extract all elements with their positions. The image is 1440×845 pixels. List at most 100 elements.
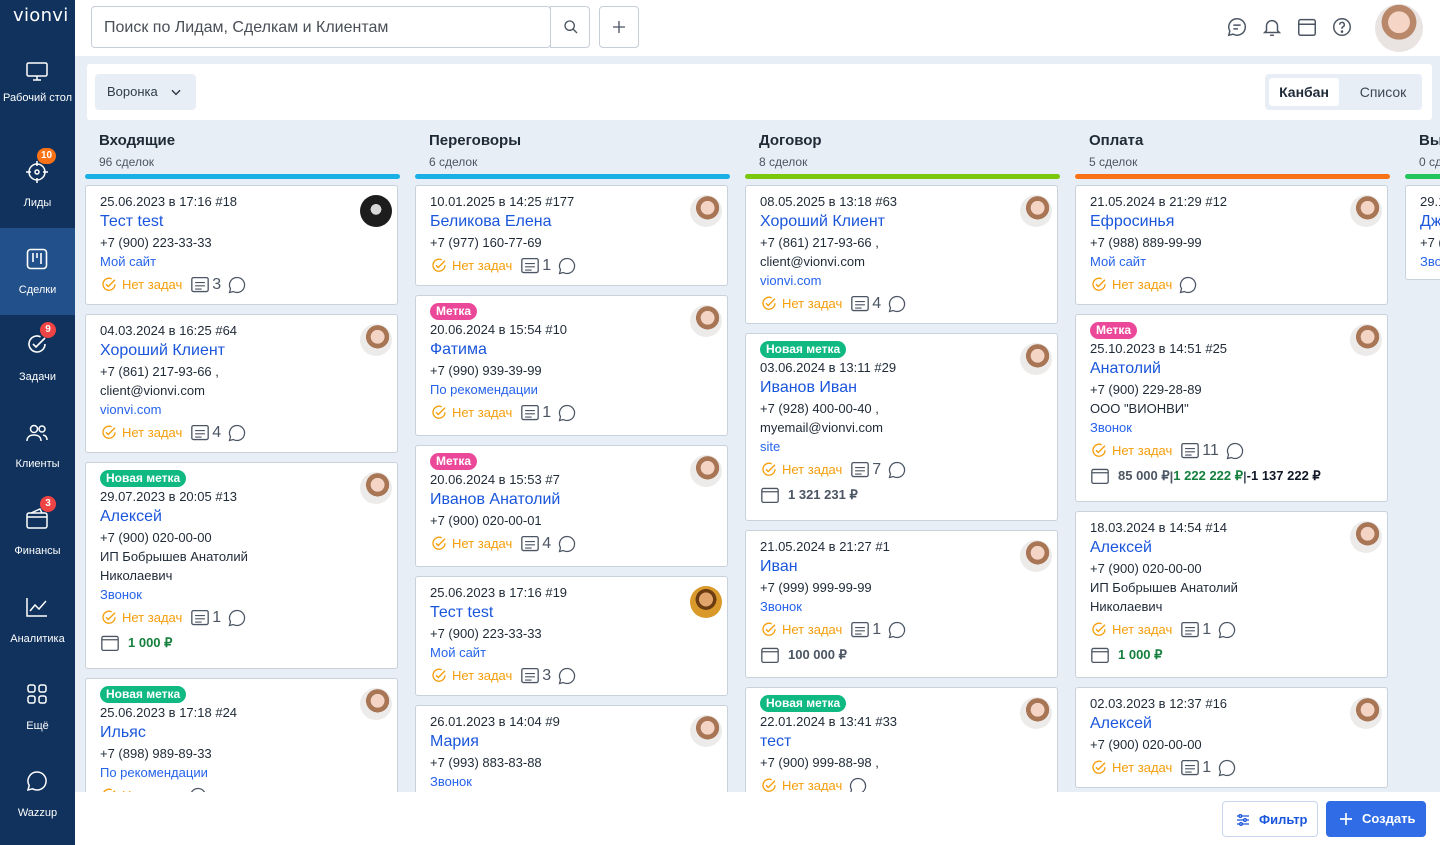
deal-card[interactable]: 18.03.2024 в 14:54 #14 Алексей +7 (900) 02… (1075, 511, 1388, 678)
sidebar-item-finance[interactable]: 3 Финансы (0, 492, 75, 579)
deal-card[interactable]: 29.1 Дж +7 (Зво (1405, 185, 1440, 280)
comment-icon[interactable] (1225, 441, 1245, 461)
deal-card[interactable]: 10.01.2025 в 14:25 #177 Беликова Елена +7 … (415, 185, 728, 286)
filter-button[interactable]: Фильтр (1222, 801, 1318, 837)
comment-icon[interactable] (887, 294, 907, 314)
sidebar-item-more[interactable]: Ещё (0, 667, 75, 754)
deal-name[interactable]: Тест test (100, 211, 383, 233)
deal-source-link[interactable]: Звонок (100, 585, 383, 604)
help-icon[interactable] (1331, 16, 1353, 38)
deal-source-link[interactable]: По рекомендации (430, 380, 713, 399)
no-tasks-label[interactable]: Нет задач (1112, 277, 1172, 292)
contact-avatar[interactable] (1020, 343, 1052, 375)
deal-name[interactable]: Мария (430, 731, 713, 753)
deal-card[interactable]: 04.03.2024 в 16:25 #64 Хороший Клиент +7 (… (85, 314, 398, 453)
contact-avatar[interactable] (1350, 697, 1382, 729)
comment-icon[interactable] (1178, 275, 1198, 295)
deal-source-link[interactable]: vionvi.com (760, 271, 1043, 290)
deal-source-link[interactable]: Звонок (1090, 418, 1373, 437)
deal-card[interactable]: 21.05.2024 в 21:27 #1 Иван +7 (999) 999-99… (745, 530, 1058, 678)
no-tasks-label[interactable]: Нет задач (452, 258, 512, 273)
deal-source-link[interactable]: Звонок (760, 597, 1043, 616)
deal-card[interactable]: 25.06.2023 в 17:16 #19 Тест test +7 (900) … (415, 576, 728, 696)
deal-source-link[interactable]: Зво (1420, 252, 1440, 271)
search-button[interactable] (550, 6, 590, 48)
app-logo[interactable]: vionvi (13, 5, 69, 26)
contact-avatar[interactable] (1350, 324, 1382, 356)
deal-card[interactable]: 26.01.2023 в 14:04 #9 Мария +7 (993) 883-8… (415, 705, 728, 792)
contact-avatar[interactable] (1020, 540, 1052, 572)
create-button[interactable]: Создать (1326, 801, 1426, 837)
contact-avatar[interactable] (360, 472, 392, 504)
deal-source-link[interactable]: Звонок (430, 772, 713, 791)
comment-icon[interactable] (557, 534, 577, 554)
sidebar-item-tasks[interactable]: 9 Задачи (0, 318, 75, 405)
deal-source-link[interactable]: vionvi.com (100, 400, 383, 419)
no-tasks-label[interactable]: Нет задач (122, 425, 182, 440)
contact-avatar[interactable] (1020, 195, 1052, 227)
deal-card[interactable]: 25.06.2023 в 17:16 #18 Тест test +7 (900) … (85, 185, 398, 305)
deal-name[interactable]: Хороший Клиент (100, 340, 383, 362)
contact-avatar[interactable] (690, 195, 722, 227)
no-tasks-label[interactable]: Нет задач (1112, 622, 1172, 637)
deal-name[interactable]: Иванов Иван (760, 377, 1043, 399)
deal-name[interactable]: Алексей (1090, 713, 1373, 735)
messages-icon[interactable] (1226, 16, 1248, 38)
no-tasks-label[interactable]: Нет задач (452, 668, 512, 683)
add-button[interactable] (599, 6, 639, 48)
deal-card[interactable]: Метка 20.06.2024 в 15:54 #10 Фатима +7 (990… (415, 295, 728, 436)
deal-name[interactable]: Фатима (430, 339, 713, 361)
deal-card[interactable]: Метка 25.10.2023 в 14:51 #25 Анатолий +7 (9… (1075, 314, 1388, 502)
comment-icon[interactable] (227, 423, 247, 443)
deal-name[interactable]: Тест test (430, 602, 713, 624)
deal-name[interactable]: Анатолий (1090, 358, 1373, 380)
contact-avatar[interactable] (1350, 521, 1382, 553)
deal-source-link[interactable]: По рекомендации (100, 763, 383, 782)
comment-icon[interactable] (557, 256, 577, 276)
contact-avatar[interactable] (1020, 697, 1052, 729)
deal-name[interactable]: Иванов Анатолий (430, 489, 713, 511)
comment-icon[interactable] (227, 275, 247, 295)
deal-name[interactable]: Хороший Клиент (760, 211, 1043, 233)
sidebar-item-desktop[interactable]: Рабочий стол (0, 56, 75, 143)
contact-avatar[interactable] (690, 305, 722, 337)
deal-card[interactable]: Новая метка 22.01.2024 в 13:41 #33 тест +7 … (745, 687, 1058, 792)
contact-avatar[interactable] (690, 586, 722, 618)
deal-name[interactable]: Алексей (100, 506, 383, 528)
no-tasks-label[interactable]: Нет задач (1112, 443, 1172, 458)
no-tasks-label[interactable]: Нет задач (122, 610, 182, 625)
sidebar-item-clients[interactable]: Клиенты (0, 405, 75, 492)
deal-card[interactable]: Метка 20.06.2024 в 15:53 #7 Иванов Анатоли… (415, 445, 728, 567)
comment-icon[interactable] (557, 666, 577, 686)
comment-icon[interactable] (227, 608, 247, 628)
user-avatar[interactable] (1375, 4, 1423, 52)
no-tasks-label[interactable]: Нет задач (122, 277, 182, 292)
calendar-icon[interactable] (1296, 16, 1318, 38)
contact-avatar[interactable] (690, 715, 722, 747)
bell-icon[interactable] (1261, 16, 1283, 38)
deal-card[interactable]: Новая метка 03.06.2024 в 13:11 #29 Иванов … (745, 333, 1058, 521)
deal-card[interactable]: Новая метка 29.07.2023 в 20:05 #13 Алексей… (85, 462, 398, 669)
no-tasks-label[interactable]: Нет задач (782, 296, 842, 311)
sidebar-item-leads[interactable]: 10 Лиды (0, 143, 75, 230)
sidebar-item-wazzup[interactable]: Wazzup (0, 754, 75, 841)
deal-card[interactable]: Новая метка 25.06.2023 в 17:18 #24 Ильяс +7… (85, 678, 398, 792)
deal-name[interactable]: Ефросинья (1090, 211, 1373, 233)
deal-name[interactable]: Дж (1420, 211, 1440, 233)
contact-avatar[interactable] (690, 455, 722, 487)
contact-avatar[interactable] (360, 195, 392, 227)
deal-source-link[interactable]: Мой сайт (1090, 252, 1373, 271)
deal-name[interactable]: Беликова Елена (430, 211, 713, 233)
comment-icon[interactable] (1217, 620, 1237, 640)
deal-card[interactable]: 02.03.2023 в 12:37 #16 Алексей +7 (900) 02… (1075, 687, 1388, 788)
no-tasks-label[interactable]: Нет задач (782, 622, 842, 637)
no-tasks-label[interactable]: Нет задач (452, 405, 512, 420)
deal-source-link[interactable]: Мой сайт (430, 643, 713, 662)
deal-name[interactable]: Ильяс (100, 722, 383, 744)
sidebar-item-analytics[interactable]: Аналитика (0, 580, 75, 667)
no-tasks-label[interactable]: Нет задач (782, 462, 842, 477)
deal-card[interactable]: 21.05.2024 в 21:29 #12 Ефросинья +7 (988) … (1075, 185, 1388, 305)
deal-name[interactable]: Алексей (1090, 537, 1373, 559)
contact-avatar[interactable] (1350, 195, 1382, 227)
search-input[interactable] (104, 16, 524, 40)
